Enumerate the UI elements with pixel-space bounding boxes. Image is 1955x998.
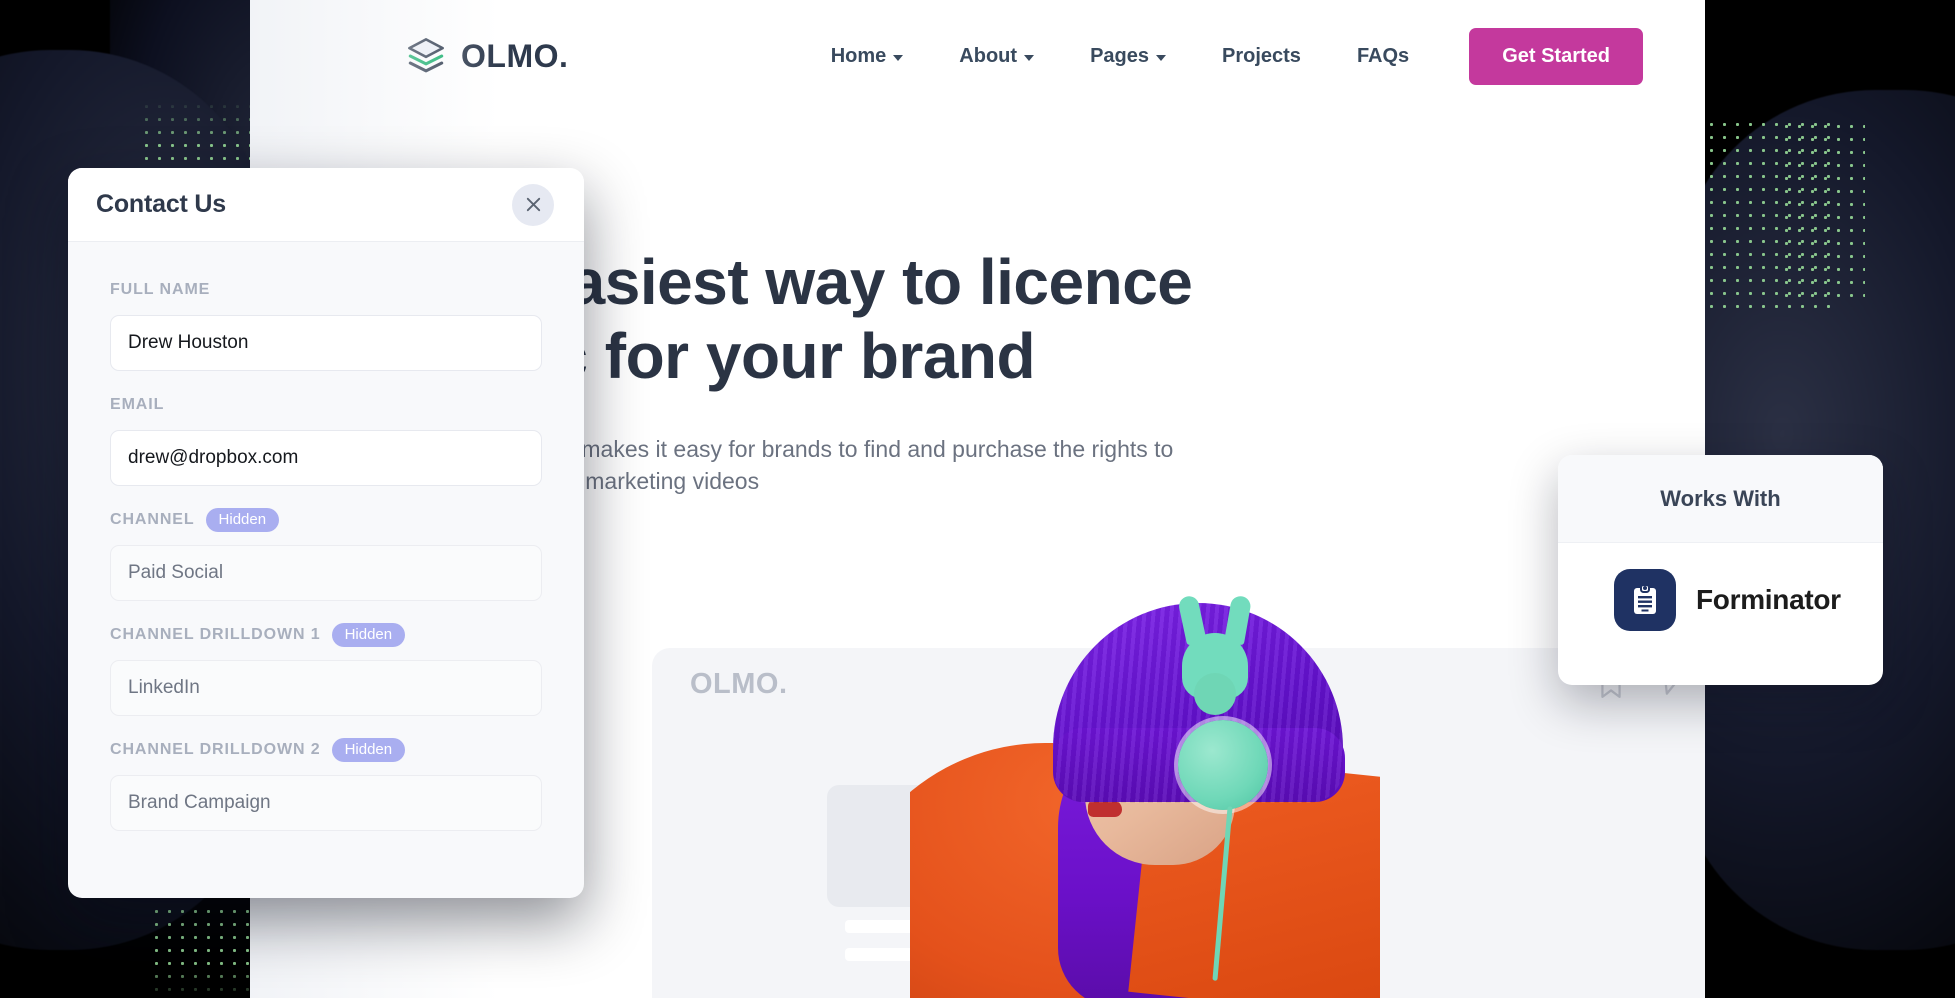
chevron-down-icon [1156, 55, 1166, 61]
status-badge: Hidden [331, 623, 406, 647]
nav-item-about-label: About [959, 44, 1018, 67]
field-channel-drilldown-2-label: CHANNEL DRILLDOWN 2 [110, 741, 321, 758]
contact-us-modal: Contact Us FULL NAME EMAIL [68, 168, 584, 898]
close-button[interactable] [512, 183, 554, 226]
works-with-card: Works With Forminator [1558, 455, 1883, 685]
nav-item-home[interactable]: Home [803, 45, 932, 68]
nav-links: Home About Pages Projects FAQs Get Start… [803, 27, 1643, 85]
nav-item-faqs-label: FAQs [1356, 44, 1410, 67]
field-channel-drilldown-1-label-row: CHANNEL DRILLDOWN 1 Hidden [110, 623, 542, 647]
nav-item-projects[interactable]: Projects [1194, 45, 1329, 68]
screenshot-stage: OLMO. Home About Pages Projects FAQs Get… [0, 0, 1955, 998]
email-input[interactable] [110, 430, 542, 486]
field-channel-label: CHANNEL [110, 511, 195, 528]
close-icon [526, 197, 540, 212]
clipboard-icon [1614, 569, 1676, 631]
status-badge: Hidden [331, 738, 406, 762]
brand-logo[interactable]: OLMO. [405, 35, 568, 77]
channel-input[interactable] [110, 545, 542, 601]
nav-item-pages-label: Pages [1090, 44, 1149, 67]
field-channel-drilldown-2-label-row: CHANNEL DRILLDOWN 2 Hidden [110, 738, 542, 762]
field-full-name: FULL NAME [110, 278, 542, 371]
field-channel-drilldown-1-label: CHANNEL DRILLDOWN 1 [110, 626, 321, 643]
photo-headphone-knob [1194, 673, 1236, 715]
modal-title: Contact Us [96, 190, 226, 218]
get-started-button[interactable]: Get Started [1469, 27, 1643, 85]
hero-section: The easiest way to licence music for you… [405, 245, 1635, 497]
navbar: OLMO. Home About Pages Projects FAQs Get… [250, 0, 1705, 112]
field-email-label-row: EMAIL [110, 393, 542, 417]
integration-name: Forminator [1696, 584, 1841, 615]
works-with-body[interactable]: Forminator [1558, 543, 1883, 631]
works-with-header: Works With [1558, 455, 1883, 543]
hero-photo-woman-with-headphones [910, 578, 1380, 998]
chevron-down-icon [893, 55, 904, 61]
field-channel: CHANNEL Hidden [110, 508, 542, 601]
field-full-name-label-row: FULL NAME [110, 278, 542, 302]
channel-drilldown-1-input[interactable] [110, 660, 542, 716]
modal-form: FULL NAME EMAIL CHANNEL Hidden CHA [68, 242, 584, 831]
stacked-layers-icon [408, 38, 444, 73]
full-name-input[interactable] [110, 315, 542, 371]
field-channel-label-row: CHANNEL Hidden [110, 508, 542, 532]
photo-headphone-cup [1178, 720, 1268, 810]
mockup-brand-name: OLMO. [690, 667, 788, 700]
nav-item-projects-label: Projects [1222, 44, 1301, 67]
field-channel-drilldown-1: CHANNEL DRILLDOWN 1 Hidden [110, 623, 542, 716]
nav-item-home-label: Home [830, 44, 887, 67]
status-badge: Hidden [205, 508, 280, 532]
nav-item-pages[interactable]: Pages [1062, 45, 1194, 68]
nav-item-about[interactable]: About [931, 45, 1062, 68]
field-full-name-label: FULL NAME [110, 281, 211, 298]
field-email-label: EMAIL [110, 396, 165, 413]
nav-item-faqs[interactable]: FAQs [1329, 45, 1437, 68]
channel-drilldown-2-input[interactable] [110, 775, 542, 831]
chevron-down-icon [1024, 55, 1035, 61]
modal-header: Contact Us [68, 168, 584, 242]
brand-name: OLMO. [461, 37, 569, 74]
field-email: EMAIL [110, 393, 542, 486]
field-channel-drilldown-2: CHANNEL DRILLDOWN 2 Hidden [110, 738, 542, 831]
works-with-title: Works With [1660, 485, 1781, 511]
